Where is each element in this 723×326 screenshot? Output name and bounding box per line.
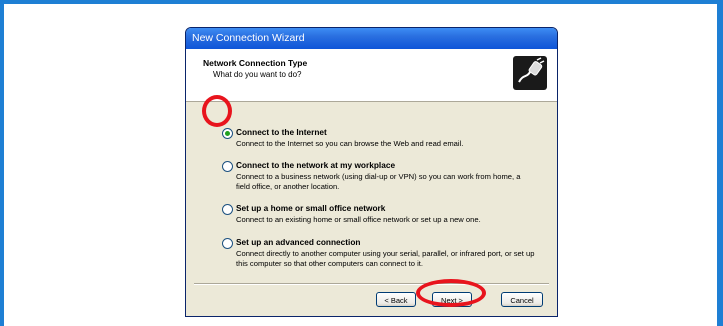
option-label[interactable]: Connect to the network at my workplace bbox=[236, 160, 395, 170]
network-plug-icon-graphic bbox=[518, 57, 545, 83]
window-title[interactable]: New Connection Wizard bbox=[186, 28, 557, 49]
back-button[interactable]: < Back bbox=[376, 292, 416, 307]
option-description: Connect directly to another computer usi… bbox=[236, 249, 535, 268]
option-description: Connect to the Internet so you can brows… bbox=[236, 139, 464, 148]
radio-advanced-connection[interactable] bbox=[222, 238, 233, 249]
radio-home-network[interactable] bbox=[222, 204, 233, 215]
radio-connect-internet[interactable] bbox=[222, 128, 233, 139]
footer-divider bbox=[194, 283, 549, 285]
cancel-button[interactable]: Cancel bbox=[501, 292, 543, 307]
option-label[interactable]: Set up a home or small office network bbox=[236, 203, 385, 213]
header-title: Network Connection Type bbox=[203, 58, 308, 68]
content-frame: New Connection Wizard Network Connection… bbox=[4, 4, 717, 326]
option-label[interactable]: Set up an advanced connection bbox=[236, 237, 360, 247]
radio-connect-workplace[interactable] bbox=[222, 161, 233, 172]
option-description: Connect to a business network (using dia… bbox=[236, 172, 521, 191]
next-button[interactable]: Next > bbox=[432, 292, 472, 307]
option-label[interactable]: Connect to the Internet bbox=[236, 127, 327, 137]
wizard-header: Network Connection Type What do you want… bbox=[186, 49, 557, 102]
network-plug-icon bbox=[513, 56, 547, 90]
option-description: Connect to an existing home or small off… bbox=[236, 215, 481, 224]
wizard-window: New Connection Wizard Network Connection… bbox=[185, 27, 558, 317]
header-subtitle: What do you want to do? bbox=[213, 70, 302, 79]
